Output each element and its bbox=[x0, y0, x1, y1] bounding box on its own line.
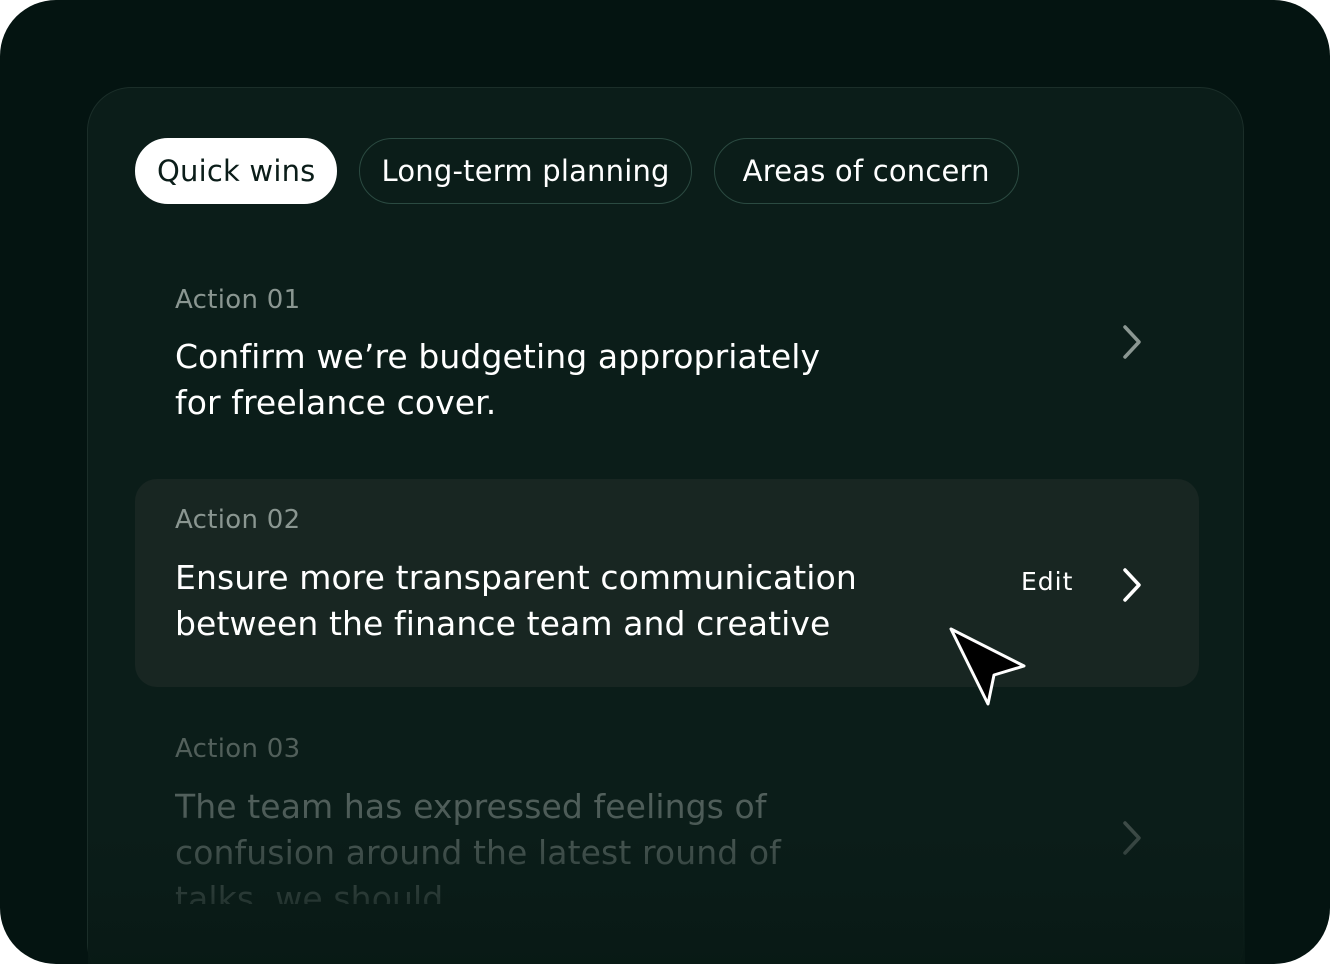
action-description: Ensure more transparent communication be… bbox=[175, 558, 857, 643]
action-item-03[interactable]: Action 03 The team has expressed feeling… bbox=[135, 708, 1199, 938]
action-description: The team has expressed feelings of confu… bbox=[175, 787, 781, 904]
actions-panel: Quick wins Long-term planning Areas of c… bbox=[87, 87, 1245, 964]
tab-quick-wins[interactable]: Quick wins bbox=[135, 138, 338, 204]
filter-tabs: Quick wins Long-term planning Areas of c… bbox=[135, 138, 1019, 204]
edit-button[interactable]: Edit bbox=[1021, 567, 1073, 596]
action-number: Action 01 bbox=[175, 285, 301, 315]
action-item-02[interactable]: Action 02 Ensure more transparent commun… bbox=[135, 479, 1199, 687]
action-number: Action 02 bbox=[175, 505, 301, 535]
action-number: Action 03 bbox=[175, 734, 301, 764]
chevron-right-icon[interactable] bbox=[1120, 818, 1146, 858]
chevron-right-icon[interactable] bbox=[1120, 565, 1146, 605]
action-item-01[interactable]: Action 01 Confirm we’re budgeting approp… bbox=[135, 258, 1199, 458]
chevron-right-icon[interactable] bbox=[1120, 322, 1146, 362]
tab-long-term-planning[interactable]: Long-term planning bbox=[359, 138, 692, 204]
app-frame: Quick wins Long-term planning Areas of c… bbox=[0, 0, 1330, 964]
action-description: Confirm we’re budgeting appropriately fo… bbox=[175, 337, 821, 422]
tab-areas-of-concern[interactable]: Areas of concern bbox=[713, 138, 1019, 204]
